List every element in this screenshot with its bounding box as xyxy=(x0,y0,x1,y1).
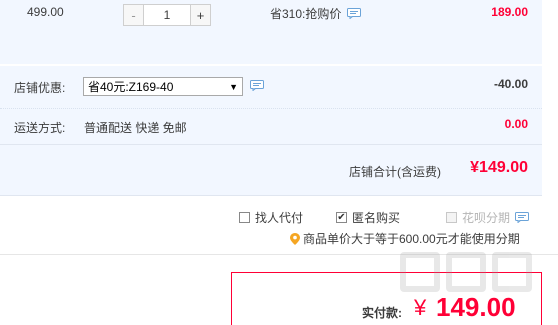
coupon-label: 店铺优惠: xyxy=(14,81,66,95)
shipping-cost: 0.00 xyxy=(504,117,528,131)
proxy-pay-label: 找人代付 xyxy=(255,211,304,225)
shipping-label: 运送方式: xyxy=(14,121,66,135)
shop-subtotal-label: 店铺合计(含运费) xyxy=(349,165,441,179)
huabei-installment-label: 花呗分期 xyxy=(462,211,511,225)
unit-price: 499.00 xyxy=(27,5,64,19)
increase-quantity-button[interactable]: + xyxy=(190,5,210,25)
quantity-input[interactable]: 1 xyxy=(144,5,190,25)
shop-summary-panel: 店铺优惠: 省40元:Z169-40 ▼ -40.00 运送方式: 普通配送 快… xyxy=(0,66,542,196)
proxy-pay-option[interactable]: 找人代付 xyxy=(239,209,303,226)
checkout-options: 找人代付 ✔ 匿名购买 花呗分期 商品单价大于等于600.00元才能使用分期 xyxy=(0,200,542,252)
divider xyxy=(0,144,542,145)
shipping-method: 普通配送 快递 免邮 xyxy=(84,121,187,135)
huabei-chat-bubble-icon[interactable] xyxy=(515,212,530,223)
payment-label: 实付款: xyxy=(362,306,402,320)
installment-tip: 商品单价大于等于600.00元才能使用分期 xyxy=(290,230,520,247)
item-total-price: 189.00 xyxy=(491,5,528,19)
payment-amount: 149.00 xyxy=(436,292,516,322)
payment-summary-box: 实付款: ¥ 149.00 xyxy=(231,272,542,325)
quantity-stepper[interactable]: - 1 + xyxy=(123,4,211,26)
chat-bubble-icon[interactable] xyxy=(347,8,362,19)
anonymous-purchase-option[interactable]: ✔ 匿名购买 xyxy=(336,209,400,226)
anonymous-purchase-label: 匿名购买 xyxy=(352,211,401,225)
order-item-row: 499.00 - 1 + 省310:抢购价 189.00 xyxy=(0,0,542,64)
promotion-info: 省310:抢购价 xyxy=(270,5,362,22)
divider xyxy=(0,254,558,255)
location-pin-icon xyxy=(290,232,300,245)
dropdown-arrow-icon: ▼ xyxy=(229,81,238,92)
installment-tip-text: 商品单价大于等于600.00元才能使用分期 xyxy=(303,232,520,246)
coupon-select[interactable]: 省40元:Z169-40 ▼ xyxy=(83,77,243,96)
divider xyxy=(0,108,542,109)
payment-currency: ¥ xyxy=(414,295,427,320)
coupon-chat-bubble-icon[interactable] xyxy=(250,80,264,91)
shop-subtotal-value: ¥149.00 xyxy=(470,159,528,176)
coupon-selected-value: 省40元:Z169-40 xyxy=(88,80,174,94)
huabei-installment-checkbox[interactable] xyxy=(446,212,457,223)
proxy-pay-checkbox[interactable] xyxy=(239,212,250,223)
coupon-discount-amount: -40.00 xyxy=(493,77,528,91)
decrease-quantity-button[interactable]: - xyxy=(124,5,144,25)
anonymous-purchase-checkbox[interactable]: ✔ xyxy=(336,212,347,223)
promotion-text: 省310:抢购价 xyxy=(270,7,342,21)
huabei-installment-option[interactable]: 花呗分期 xyxy=(446,209,530,226)
